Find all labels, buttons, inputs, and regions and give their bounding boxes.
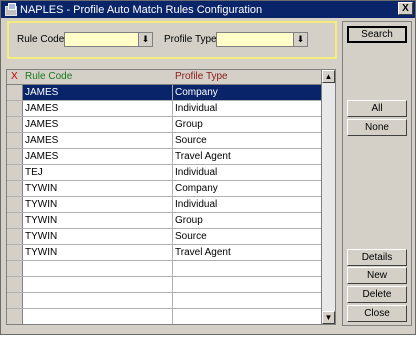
table-row[interactable]: TYWIN Individual [7,197,323,213]
rule-code-cell[interactable]: TYWIN [23,213,173,228]
table-row[interactable]: TYWIN Group [7,213,323,229]
profile-type-cell[interactable] [173,277,323,292]
table-row[interactable]: JAMES Group [7,117,323,133]
profile-type-cell[interactable]: Individual [173,101,323,116]
app-icon [4,3,17,16]
rule-code-combo[interactable]: ⬇ [64,32,153,47]
rule-code-cell[interactable]: TYWIN [23,229,173,244]
profile-type-cell[interactable]: Individual [173,197,323,212]
row-selector[interactable] [7,117,23,132]
scroll-up-icon[interactable]: ▲ [322,70,335,83]
dropdown-arrow-icon[interactable]: ⬇ [138,33,152,46]
empty-table-row[interactable] [7,261,323,277]
row-selector[interactable] [7,165,23,180]
profile-type-cell[interactable] [173,261,323,276]
close-button[interactable]: Close [347,305,407,322]
profile-type-cell[interactable]: Individual [173,165,323,180]
row-selector[interactable] [7,149,23,164]
rule-code-cell[interactable] [23,277,173,292]
new-button[interactable]: New [347,267,407,284]
table-row[interactable]: JAMES Source [7,133,323,149]
scroll-down-icon[interactable]: ▼ [322,311,335,324]
rule-code-cell[interactable]: JAMES [23,149,173,164]
delete-button[interactable]: Delete [347,286,407,303]
dropdown-arrow-icon[interactable]: ⬇ [293,33,307,46]
table-row[interactable]: JAMES Company [7,85,323,101]
rule-code-cell[interactable] [23,261,173,276]
rule-code-label: Rule Code [17,34,65,45]
profile-type-cell[interactable]: Source [173,229,323,244]
rule-code-cell[interactable]: JAMES [23,117,173,132]
table-row[interactable]: TEJ Individual [7,165,323,181]
profile-type-cell[interactable]: Travel Agent [173,245,323,260]
table-row[interactable]: TYWIN Company [7,181,323,197]
vertical-scrollbar[interactable]: ▲ ▼ [321,70,335,324]
title-bar[interactable]: NAPLES - Profile Auto Match Rules Config… [1,1,415,18]
profile-type-cell[interactable]: Company [173,85,323,100]
row-selector[interactable] [7,277,23,292]
row-selector[interactable] [7,133,23,148]
rule-code-cell[interactable]: TYWIN [23,181,173,196]
rule-code-cell[interactable]: JAMES [23,133,173,148]
column-header-rule-code[interactable]: Rule Code [25,71,72,82]
table-row[interactable]: TYWIN Travel Agent [7,245,323,261]
select-all-button[interactable]: All [347,100,407,117]
table-row[interactable]: JAMES Individual [7,101,323,117]
window-title: NAPLES - Profile Auto Match Rules Config… [20,3,263,16]
profile-type-cell[interactable]: Travel Agent [173,149,323,164]
select-none-button[interactable]: None [347,119,407,136]
empty-table-row[interactable] [7,277,323,293]
profile-type-cell[interactable]: Group [173,117,323,132]
row-selector[interactable] [7,213,23,228]
empty-table-row[interactable] [7,293,323,309]
empty-table-row[interactable] [7,309,323,324]
row-selector[interactable] [7,85,23,100]
rule-code-cell[interactable]: TEJ [23,165,173,180]
rule-code-cell[interactable]: JAMES [23,101,173,116]
row-selector[interactable] [7,245,23,260]
row-selector[interactable] [7,261,23,276]
profile-type-label: Profile Type [164,34,217,45]
profile-type-cell[interactable]: Company [173,181,323,196]
row-selector[interactable] [7,229,23,244]
search-button[interactable]: Search [347,26,407,43]
close-window-button[interactable]: X [398,2,413,15]
row-selector[interactable] [7,309,23,324]
profile-type-combo[interactable]: ⬇ [216,32,308,47]
table-row[interactable]: TYWIN Source [7,229,323,245]
rule-code-cell[interactable]: TYWIN [23,197,173,212]
rule-code-cell[interactable]: TYWIN [23,245,173,260]
rule-code-cell[interactable]: JAMES [23,85,173,100]
profile-type-cell[interactable] [173,293,323,308]
profile-type-cell[interactable]: Group [173,213,323,228]
rules-grid[interactable]: X Rule Code Profile Type JAMES Company JAM… [6,69,336,325]
column-header-profile-type[interactable]: Profile Type [175,71,228,82]
grid-header: X Rule Code Profile Type [7,70,323,85]
table-row[interactable]: JAMES Travel Agent [7,149,323,165]
column-header-x[interactable]: X [11,71,18,82]
row-selector[interactable] [7,293,23,308]
row-selector[interactable] [7,101,23,116]
row-selector[interactable] [7,197,23,212]
rule-code-cell[interactable] [23,309,173,324]
row-selector[interactable] [7,181,23,196]
main-window: NAPLES - Profile Auto Match Rules Config… [0,0,416,335]
profile-type-cell[interactable] [173,309,323,324]
details-button[interactable]: Details [347,249,407,266]
profile-type-cell[interactable]: Source [173,133,323,148]
rule-code-cell[interactable] [23,293,173,308]
